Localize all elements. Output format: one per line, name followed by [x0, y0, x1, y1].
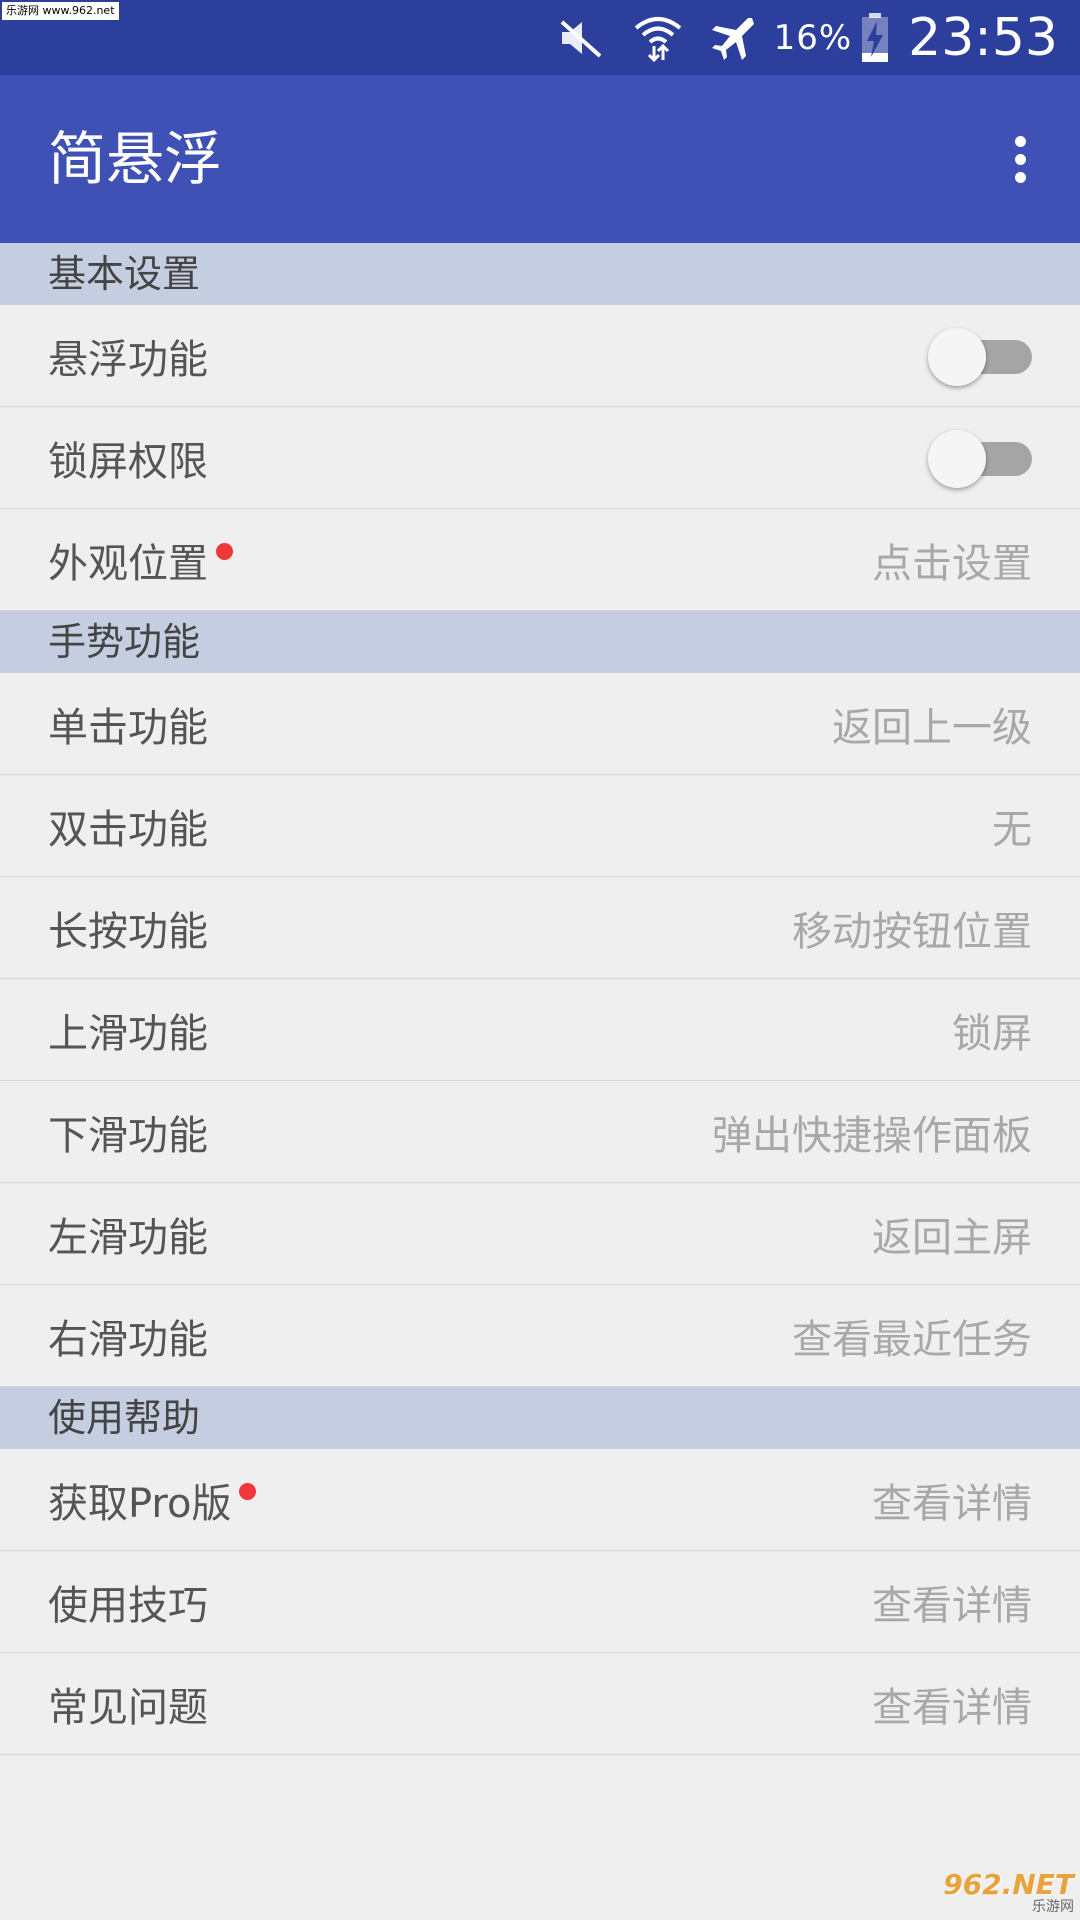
setting-value: 返回主屏 [872, 1214, 1032, 1261]
float-function-toggle[interactable] [928, 327, 1032, 386]
setting-lock-permission[interactable]: 锁屏权限 [0, 407, 1080, 509]
setting-label: 悬浮功能 [48, 336, 208, 383]
setting-label-wrap: 外观位置 [48, 531, 233, 589]
wifi-icon [630, 12, 686, 64]
setting-swipe-right[interactable]: 右滑功能 查看最近任务 [0, 1285, 1080, 1387]
setting-value: 查看最近任务 [792, 1316, 1032, 1363]
setting-label: 下滑功能 [48, 1112, 208, 1159]
watermark-logo: 962.NET 乐游网 [940, 1870, 1074, 1916]
setting-label: 外观位置 [48, 540, 208, 587]
more-vert-icon [1014, 135, 1026, 147]
setting-swipe-left[interactable]: 左滑功能 返回主屏 [0, 1183, 1080, 1285]
section-header-gesture: 手势功能 [0, 611, 1080, 673]
setting-get-pro[interactable]: 获取Pro版 查看详情 [0, 1449, 1080, 1551]
setting-label: 双击功能 [48, 806, 208, 853]
watermark-sub: 乐游网 [1032, 1899, 1074, 1915]
app-title: 简悬浮 [48, 125, 223, 193]
new-badge-dot [239, 1483, 257, 1500]
setting-single-tap[interactable]: 单击功能 返回上一级 [0, 673, 1080, 775]
airplane-icon [706, 14, 758, 62]
setting-swipe-up[interactable]: 上滑功能 锁屏 [0, 979, 1080, 1081]
watermark-main: 962.NET [943, 1868, 1074, 1901]
section-header-basic: 基本设置 [0, 243, 1080, 305]
setting-label: 使用技巧 [48, 1582, 208, 1629]
setting-faq[interactable]: 常见问题 查看详情 [0, 1653, 1080, 1755]
toggle-thumb [928, 327, 986, 386]
status-icons: 16% 23:53 [554, 0, 1058, 75]
setting-label: 左滑功能 [48, 1214, 208, 1261]
setting-long-press[interactable]: 长按功能 移动按钮位置 [0, 877, 1080, 979]
mute-icon [554, 18, 608, 58]
setting-value: 查看详情 [872, 1582, 1032, 1629]
toggle-thumb [928, 429, 986, 488]
setting-label-wrap: 获取Pro版 [48, 1471, 257, 1529]
setting-label: 常见问题 [48, 1684, 208, 1731]
setting-value: 返回上一级 [832, 704, 1032, 751]
setting-value: 移动按钮位置 [792, 908, 1032, 955]
clock: 23:53 [908, 7, 1058, 68]
setting-swipe-down[interactable]: 下滑功能 弹出快捷操作面板 [0, 1081, 1080, 1183]
setting-label: 长按功能 [48, 908, 208, 955]
setting-label: 单击功能 [48, 704, 208, 751]
setting-label: 锁屏权限 [48, 438, 208, 485]
watermark-top: 乐游网 www.962.net [2, 2, 119, 20]
app-bar: 简悬浮 [0, 75, 1080, 243]
settings-list: 基本设置 悬浮功能 锁屏权限 外观位置 点击设置 手势功能 单击功能 返回上一级… [0, 243, 1080, 1755]
more-options-button[interactable] [990, 127, 1050, 191]
setting-label: 获取Pro版 [48, 1480, 232, 1527]
lock-permission-toggle[interactable] [928, 429, 1032, 488]
setting-value: 点击设置 [872, 540, 1032, 587]
setting-float-function[interactable]: 悬浮功能 [0, 305, 1080, 407]
setting-value: 无 [992, 806, 1032, 853]
setting-value: 查看详情 [872, 1684, 1032, 1731]
setting-appearance[interactable]: 外观位置 点击设置 [0, 509, 1080, 611]
setting-value: 锁屏 [952, 1010, 1032, 1057]
setting-value: 弹出快捷操作面板 [712, 1112, 1032, 1159]
setting-double-tap[interactable]: 双击功能 无 [0, 775, 1080, 877]
setting-label: 上滑功能 [48, 1010, 208, 1057]
new-badge-dot [216, 543, 233, 560]
setting-tips[interactable]: 使用技巧 查看详情 [0, 1551, 1080, 1653]
status-bar: 乐游网 www.962.net 16% 23:53 [0, 0, 1080, 75]
setting-value: 查看详情 [872, 1480, 1032, 1527]
battery-charging-icon [860, 12, 890, 63]
battery-percent: 16% [773, 17, 853, 58]
setting-label: 右滑功能 [48, 1316, 208, 1363]
section-header-help: 使用帮助 [0, 1387, 1080, 1449]
